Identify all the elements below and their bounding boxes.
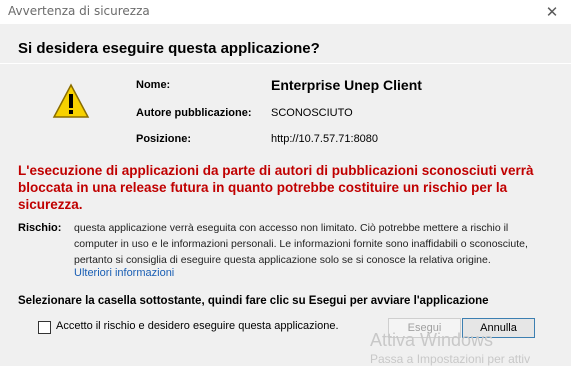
title-bar: Avvertenza di sicurezza ✕	[0, 0, 571, 24]
close-icon: ✕	[545, 3, 559, 21]
dialog-question: Si desidera eseguire questa applicazione…	[18, 40, 320, 57]
location-value: http://10.7.57.71:8080	[271, 133, 379, 145]
location-label: Posizione:	[136, 133, 192, 145]
publisher-value: SCONOSCIUTO	[271, 107, 353, 119]
name-value: Enterprise Unep Client	[271, 77, 422, 93]
separator	[0, 63, 571, 64]
risk-label: Rischio:	[18, 222, 62, 234]
accept-risk-checkbox[interactable]	[38, 321, 51, 334]
warning-triangle-icon	[52, 83, 90, 118]
risk-description: questa applicazione verrà eseguita con a…	[74, 222, 528, 266]
publisher-label: Autore pubblicazione:	[136, 107, 252, 119]
unknown-publisher-warning: L'esecuzione di applicazioni da parte di…	[18, 163, 534, 212]
more-info-link[interactable]: Ulteriori informazioni	[74, 267, 174, 279]
instruction-text: Selezionare la casella sottostante, quin…	[18, 295, 489, 307]
window-title: Avvertenza di sicurezza	[8, 4, 150, 18]
accept-risk-label[interactable]: Accetto il rischio e desidero eseguire q…	[56, 320, 339, 332]
activation-watermark-title: Attiva Windows	[370, 330, 494, 350]
activation-watermark-subtitle: Passa a Impostazioni per attiv	[370, 352, 531, 366]
close-button[interactable]: ✕	[539, 2, 565, 22]
name-label: Nome:	[136, 79, 171, 91]
